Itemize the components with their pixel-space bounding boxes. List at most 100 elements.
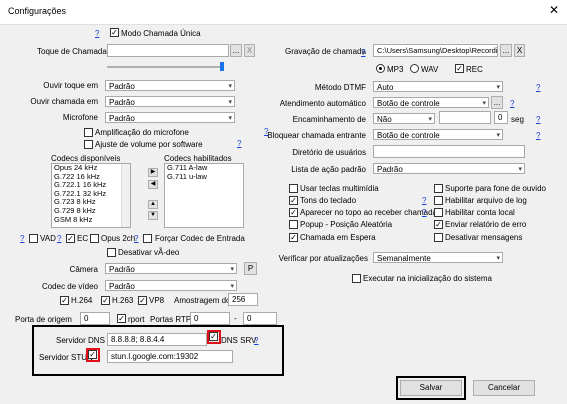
atendimento-select[interactable]: Botão de controle ▾ <box>373 97 489 108</box>
chevron-down-icon: ▾ <box>228 83 232 90</box>
help-link[interactable]: ? <box>254 336 258 345</box>
executar-inicializacao-checkbox[interactable] <box>352 274 361 283</box>
servidor-stun-checkbox[interactable] <box>88 350 97 359</box>
portas-rtp-to-input[interactable]: 0 <box>243 312 277 325</box>
desativar-mensagens-checkbox[interactable] <box>434 233 443 242</box>
encaminhamento-seg-input[interactable]: 0 <box>494 111 508 124</box>
lista-acao-select[interactable]: Padrão ▾ <box>373 163 525 174</box>
tons-teclado-checkbox[interactable] <box>289 196 298 205</box>
rport-checkbox[interactable] <box>117 314 126 323</box>
help-link[interactable]: ? <box>237 139 241 148</box>
amplificacao-checkbox[interactable] <box>84 128 93 137</box>
microfone-select[interactable]: Padrão ▾ <box>105 112 235 123</box>
servidor-stun-input[interactable]: stun.l.google.com:19302 <box>107 350 233 363</box>
forcar-codec-checkbox[interactable] <box>143 234 152 243</box>
habilitar-arquivo-checkbox[interactable] <box>434 196 443 205</box>
encaminhamento-select[interactable]: Não ▾ <box>373 113 435 124</box>
add-codec-button[interactable]: ▶ <box>148 168 158 177</box>
chevron-down-icon: ▾ <box>482 100 486 107</box>
remove-codec-button[interactable]: ◀ <box>148 180 158 189</box>
list-item[interactable]: GSM 8 kHz <box>52 215 130 225</box>
help-link[interactable]: ? <box>510 99 514 108</box>
chamada-espera-checkbox[interactable] <box>289 233 298 242</box>
toque-input[interactable] <box>107 44 229 57</box>
help-link[interactable]: ? <box>95 29 99 38</box>
amostragem-label: Amostragem do <box>174 296 231 305</box>
atendimento-options-button[interactable]: ... <box>491 96 503 109</box>
rec-checkbox[interactable] <box>455 64 464 73</box>
volume-slider-track[interactable] <box>107 66 221 68</box>
help-link[interactable]: ? <box>422 196 426 205</box>
h263-checkbox[interactable] <box>101 296 110 305</box>
ajuste-volume-checkbox[interactable] <box>84 140 93 149</box>
help-link[interactable]: ? <box>422 208 426 217</box>
enviar-relatorio-checkbox[interactable] <box>434 220 443 229</box>
ouvir-toque-label: Ouvir toque em <box>43 81 98 90</box>
bloquear-label: Bloquear chamada entrante <box>267 131 366 140</box>
dns-srv-checkbox[interactable] <box>209 332 218 341</box>
amplificacao-label: Amplificação do microfone <box>95 128 189 137</box>
atendimento-value: Botão de controle <box>377 99 440 108</box>
codecs-disponiveis-list[interactable]: Opus 24 kHz G.722 16 kHz G.722.1 16 kHz … <box>51 163 131 228</box>
amostragem-input[interactable]: 256 <box>228 293 258 306</box>
move-up-button[interactable]: ▲ <box>148 200 158 209</box>
scrollbar[interactable] <box>121 164 130 227</box>
porta-origem-input[interactable]: 0 <box>80 312 110 325</box>
help-link[interactable]: ? <box>536 115 540 124</box>
h264-checkbox[interactable] <box>60 296 69 305</box>
help-link[interactable]: ? <box>134 234 138 243</box>
wav-label: WAV <box>421 65 439 74</box>
toque-browse-button[interactable]: ... <box>230 44 242 57</box>
encaminhamento-target-input[interactable] <box>439 111 491 124</box>
portas-rtp-from-input[interactable]: 0 <box>190 312 230 325</box>
camera-preview-button[interactable]: P <box>244 262 257 275</box>
camera-select[interactable]: Padrão ▾ <box>105 263 237 274</box>
ouvir-chamada-select[interactable]: Padrão ▾ <box>105 96 235 107</box>
wav-radio[interactable] <box>410 64 419 73</box>
codec-video-label: Codec de vídeo <box>41 282 98 291</box>
move-down-button[interactable]: ▼ <box>148 211 158 220</box>
modo-chamada-unica-checkbox[interactable] <box>110 28 119 37</box>
desativar-video-label: Desativar vÃ-deo <box>118 248 180 257</box>
servidor-dns-label: Servidor DNS <box>56 336 105 345</box>
modo-chamada-unica-label: Modo Chamada Única <box>121 29 201 38</box>
help-link[interactable]: ? <box>536 83 540 92</box>
suporte-fone-checkbox[interactable] <box>434 184 443 193</box>
opus-2ch-checkbox[interactable] <box>90 234 99 243</box>
servidor-dns-input[interactable]: 8.8.8.8; 8.8.4.4 <box>107 333 207 346</box>
habilitar-conta-checkbox[interactable] <box>434 208 443 217</box>
help-link[interactable]: ? <box>536 131 540 140</box>
portas-rtp-label: Portas RTP <box>150 315 192 324</box>
list-item[interactable]: G.711 u-law <box>165 172 243 182</box>
volume-slider-thumb[interactable] <box>220 62 224 71</box>
aparecer-topo-checkbox[interactable] <box>289 208 298 217</box>
help-link[interactable]: ? <box>361 48 365 57</box>
gravacao-path-input[interactable]: C:\Users\Samsung\Desktop\Recordin <box>373 44 498 57</box>
ec-checkbox[interactable] <box>66 234 75 243</box>
gravacao-browse-button[interactable]: ... <box>500 44 512 57</box>
vad-checkbox[interactable] <box>29 234 38 243</box>
chevron-down-icon: ▾ <box>496 255 500 262</box>
codecs-habilitados-list[interactable]: G.711 A-law G.711 u-law <box>164 163 244 228</box>
metodo-dtmf-select[interactable]: Auto ▾ <box>373 81 503 92</box>
vp8-checkbox[interactable] <box>138 296 147 305</box>
close-button[interactable]: ✕ <box>547 3 561 17</box>
salvar-button[interactable]: Salvar <box>400 380 462 396</box>
bloquear-select[interactable]: Botão de controle ▾ <box>373 129 503 140</box>
codec-video-select[interactable]: Padrão ▾ <box>105 280 237 291</box>
popup-checkbox[interactable] <box>289 220 298 229</box>
mp3-radio[interactable] <box>376 64 385 73</box>
verificar-select[interactable]: Semanalmente ▾ <box>373 252 503 263</box>
cancelar-button[interactable]: Cancelar <box>473 380 535 396</box>
ouvir-toque-select[interactable]: Padrão ▾ <box>105 80 235 91</box>
toque-clear-button[interactable]: X <box>244 44 255 57</box>
usar-teclas-checkbox[interactable] <box>289 184 298 193</box>
diretorio-input[interactable] <box>373 145 525 158</box>
codecs-habilitados-label: Codecs habilitados <box>164 154 232 163</box>
chevron-down-icon: ▾ <box>228 115 232 122</box>
gravacao-clear-button[interactable]: X <box>514 44 525 57</box>
help-link[interactable]: ? <box>20 234 24 243</box>
help-link[interactable]: ? <box>57 234 61 243</box>
window-title: Configurações <box>8 6 67 16</box>
desativar-video-checkbox[interactable] <box>107 248 116 257</box>
